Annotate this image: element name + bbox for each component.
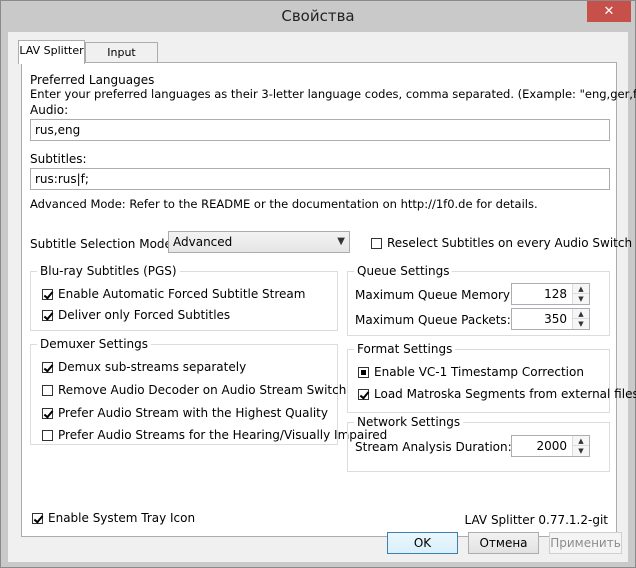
checkbox-box [42,288,53,300]
audio-label: Audio: [30,103,69,117]
close-button[interactable]: ✕ [587,1,631,22]
subtitle-languages-input[interactable]: rus:rus|f; [30,168,610,190]
preferred-languages-heading: Preferred Languages [30,73,155,87]
checkbox-label: Remove Audio Decoder on Audio Stream Swi… [58,383,347,397]
close-icon: ✕ [603,4,615,19]
subtitles-label: Subtitles: [30,152,87,166]
window-frame-right [628,32,635,567]
stepper-down-icon[interactable]: ▼ [573,319,589,329]
demux-substreams-checkbox[interactable]: Demux sub-streams separately [42,360,246,374]
checkbox-box [358,388,369,400]
stepper-value: 128 [544,287,567,301]
checkbox-box [42,361,53,373]
remove-audio-decoder-checkbox[interactable]: Remove Audio Decoder on Audio Stream Swi… [42,383,346,397]
checkbox-box [42,429,53,441]
queue-packets-label: Maximum Queue Packets: [355,313,511,327]
bluray-subtitles-group: Blu-ray Subtitles (PGS) Enable Automatic… [30,264,338,331]
stream-analysis-duration-label: Stream Analysis Duration: [355,440,512,454]
ok-button[interactable]: OK [387,532,458,554]
checkbox-box [42,309,53,321]
apply-button[interactable]: Применить [549,532,622,554]
stepper-buttons: ▲ ▼ [572,309,589,329]
queue-settings-group: Queue Settings Maximum Queue Memory (MB)… [347,264,610,336]
checkbox-label: Demux sub-streams separately [58,360,247,374]
checkbox-label: Enable Automatic Forced Subtitle Stream [58,287,306,301]
enable-forced-subtitle-checkbox[interactable]: Enable Automatic Forced Subtitle Stream [42,287,305,301]
tab-input-formats[interactable]: Input Formats [85,42,158,78]
queue-memory-stepper[interactable]: 128 ▲ ▼ [511,283,590,305]
stepper-up-icon[interactable]: ▲ [573,309,589,319]
group-title: Queue Settings [354,264,453,278]
group-title: Blu-ray Subtitles (PGS) [37,264,180,278]
advanced-mode-note: Advanced Mode: Refer to the README or th… [30,197,538,211]
checkbox-box [42,384,53,396]
cancel-button[interactable]: Отмена [468,532,539,554]
title-bar[interactable]: Свойства ✕ [1,1,635,32]
stepper-buttons: ▲ ▼ [572,284,589,304]
checkbox-box [42,407,53,419]
format-settings-group: Format Settings Enable VC-1 Timestamp Co… [347,342,636,413]
network-settings-group: Network Settings Stream Analysis Duratio… [347,415,610,472]
checkbox-box [371,237,382,249]
checkbox-label: Enable VC-1 Timestamp Correction [374,365,584,379]
group-title: Network Settings [354,415,464,429]
checkbox-label: Load Matroska Segments from external fil… [374,387,636,401]
prefer-highest-quality-checkbox[interactable]: Prefer Audio Stream with the Highest Qua… [42,406,328,420]
stepper-down-icon[interactable]: ▼ [573,294,589,304]
stepper-up-icon[interactable]: ▲ [573,284,589,294]
checkbox-box [32,512,43,524]
dialog-client-area: LAV Splitter Input Formats Preferred Lan… [8,32,636,562]
tab-label: LAV Splitter [19,44,84,57]
checkbox-label: Prefer Audio Streams for the Hearing/Vis… [58,428,388,442]
stepper-up-icon[interactable]: ▲ [573,436,589,446]
checkbox-label: Reselect Subtitles on every Audio Switch [387,236,633,250]
stream-analysis-duration-stepper[interactable]: 2000 ▲ ▼ [511,435,590,457]
version-label: LAV Splitter 0.77.1.2-git [464,513,608,527]
properties-window: Свойства ✕ LAV Splitter Input Formats Pr… [0,0,636,568]
checkbox-box [358,366,369,378]
queue-packets-stepper[interactable]: 350 ▲ ▼ [511,308,590,330]
enable-system-tray-checkbox[interactable]: Enable System Tray Icon [32,511,195,525]
settings-panel: Preferred Languages Enter your preferred… [21,62,636,537]
chevron-down-icon: ▼ [337,236,345,247]
audio-languages-input[interactable]: rus,eng [30,119,610,141]
tab-lav-splitter[interactable]: LAV Splitter [18,40,85,64]
reselect-subtitles-checkbox[interactable]: Reselect Subtitles on every Audio Switch [371,236,632,250]
checkbox-label: Deliver only Forced Subtitles [58,308,231,322]
group-title: Format Settings [354,342,456,356]
checkbox-label: Prefer Audio Stream with the Highest Qua… [58,406,328,420]
deliver-forced-only-checkbox[interactable]: Deliver only Forced Subtitles [42,308,230,322]
stepper-value: 350 [544,312,567,326]
subtitle-selection-mode-select[interactable]: Advanced ▼ [168,231,350,253]
subtitle-selection-mode-label: Subtitle Selection Mode: [30,237,176,251]
group-title: Demuxer Settings [37,337,151,351]
load-matroska-segments-checkbox[interactable]: Load Matroska Segments from external fil… [358,387,636,401]
demuxer-settings-group: Demuxer Settings Demux sub-streams separ… [30,337,387,445]
vc1-timestamp-checkbox[interactable]: Enable VC-1 Timestamp Correction [358,365,584,379]
select-value: Advanced [173,235,233,249]
window-title: Свойства [281,7,355,25]
checkbox-label: Enable System Tray Icon [48,511,196,525]
window-frame-left [1,32,8,567]
preferred-languages-description: Enter your preferred languages as their … [30,87,636,101]
prefer-impaired-streams-checkbox[interactable]: Prefer Audio Streams for the Hearing/Vis… [42,428,387,442]
stepper-value: 2000 [536,439,567,453]
stepper-buttons: ▲ ▼ [572,436,589,456]
stepper-down-icon[interactable]: ▼ [573,446,589,456]
